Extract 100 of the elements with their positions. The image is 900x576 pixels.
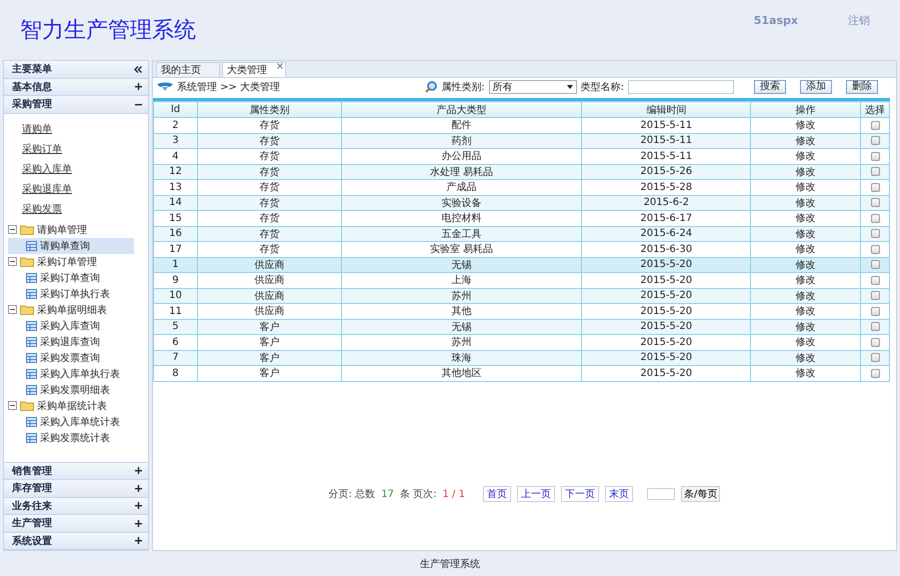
category-select[interactable]: 所有 [488, 80, 577, 94]
table-row[interactable]: 6 客户 苏州 2015-5-20 修改 [154, 334, 890, 350]
table-row[interactable]: 16 存货 五金工具 2015-6-24 修改 [154, 226, 890, 242]
table-row[interactable]: 4 存货 办公用品 2015-5-11 修改 [154, 148, 890, 164]
tree-item[interactable]: 采购订单执行表 [8, 286, 134, 302]
menu-link[interactable]: 采购入库单 [22, 162, 72, 174]
total-count: 17 [381, 488, 394, 500]
close-icon[interactable] [277, 63, 283, 69]
row-checkbox[interactable] [870, 198, 880, 208]
row-checkbox[interactable] [870, 136, 880, 146]
tree-folder-label[interactable]: 采购单据统计表 [37, 398, 107, 412]
column-header: 编辑时间 [582, 102, 751, 118]
row-checkbox[interactable] [870, 368, 880, 378]
edit-link[interactable]: 修改 [750, 366, 860, 381]
plus-icon[interactable] [135, 520, 142, 527]
table-row[interactable]: 5 客户 无锡 2015-5-20 修改 [154, 319, 890, 334]
menu-section[interactable]: 基本信息 [4, 78, 148, 96]
menu-section[interactable]: 销售管理 [4, 462, 148, 480]
toolbar-button[interactable]: 添加 [800, 80, 832, 94]
row-checkbox[interactable] [870, 291, 880, 300]
table-row[interactable]: 11 供应商 其他 2015-5-20 修改 [154, 304, 890, 319]
table-row[interactable]: 1 供应商 无锡 2015-5-20 修改 [154, 257, 890, 272]
row-checkbox[interactable] [870, 260, 880, 270]
tree-item[interactable]: 采购入库单执行表 [8, 366, 134, 382]
edit-link[interactable]: 修改 [750, 210, 860, 226]
table-cell: 电控材料 [341, 210, 582, 226]
table-row[interactable]: 13 存货 产成品 2015-5-28 修改 [154, 180, 890, 195]
row-checkbox[interactable] [870, 322, 880, 332]
plus-icon[interactable] [135, 484, 142, 492]
menu-link[interactable]: 采购发票 [22, 202, 62, 214]
row-checkbox[interactable] [870, 338, 880, 347]
pager-link[interactable]: 上一页 [516, 486, 555, 502]
tree-item[interactable]: 采购订单查询 [8, 270, 134, 286]
page-size-input[interactable] [646, 488, 675, 500]
tab[interactable]: 大类管理 [222, 62, 286, 77]
row-checkbox[interactable] [870, 167, 880, 176]
table-row[interactable]: 17 存货 实验室 易耗品 2015-6-30 修改 [154, 242, 890, 257]
tree-item[interactable]: 采购发票明细表 [8, 382, 134, 398]
table-row[interactable]: 9 供应商 上海 2015-5-20 修改 [154, 272, 890, 288]
collapse-icon[interactable] [8, 401, 17, 410]
edit-link[interactable]: 修改 [750, 118, 860, 133]
tree-item[interactable]: 请购单查询 [8, 238, 134, 254]
row-checkbox[interactable] [870, 182, 880, 192]
tab[interactable]: 我的主页 [156, 62, 220, 77]
collapse-icon[interactable] [8, 257, 17, 266]
name-input[interactable] [628, 80, 734, 94]
tree-item[interactable]: 采购发票统计表 [8, 430, 134, 446]
table-row[interactable]: 10 供应商 苏州 2015-5-20 修改 [154, 288, 890, 304]
table-cell: 15 [154, 210, 198, 226]
menu-section[interactable]: 业务往来 [4, 498, 148, 515]
row-checkbox[interactable] [870, 152, 880, 161]
edit-link[interactable]: 修改 [750, 304, 860, 319]
pager-link[interactable]: 下一页 [560, 486, 599, 502]
menu-section[interactable]: 采购管理 [4, 96, 148, 114]
edit-link[interactable]: 修改 [750, 334, 860, 350]
plus-icon[interactable] [135, 467, 142, 474]
row-checkbox[interactable] [870, 244, 880, 254]
tree-item[interactable]: 采购入库单统计表 [8, 414, 134, 430]
tree-item[interactable]: 采购退库查询 [8, 334, 134, 350]
menu-link[interactable]: 请购单 [22, 122, 52, 134]
table-row[interactable]: 7 客户 珠海 2015-5-20 修改 [154, 350, 890, 366]
plus-icon[interactable] [135, 502, 142, 510]
tree-folder-label[interactable]: 采购单据明细表 [37, 302, 107, 316]
row-checkbox[interactable] [870, 276, 880, 285]
edit-link[interactable]: 修改 [750, 272, 860, 288]
table-row[interactable]: 3 存货 药剂 2015-5-11 修改 [154, 133, 890, 148]
row-checkbox[interactable] [870, 214, 880, 223]
edit-link[interactable]: 修改 [750, 148, 860, 164]
toolbar-button[interactable]: 搜索 [754, 80, 786, 94]
menu-section[interactable]: 系统设置 [4, 532, 148, 550]
collapse-icon[interactable] [8, 225, 17, 234]
menu-section[interactable]: 库存管理 [4, 480, 148, 498]
tree-folder-label[interactable]: 采购订单管理 [37, 254, 97, 268]
menu-link[interactable]: 采购退库单 [22, 182, 72, 194]
toolbar-button[interactable]: 删除 [846, 80, 878, 94]
plus-icon[interactable] [135, 83, 142, 90]
pager-link[interactable]: 末页 [604, 486, 633, 502]
page-size-button[interactable]: 条/每页 [680, 486, 720, 502]
edit-link[interactable]: 修改 [750, 180, 860, 195]
pager-link[interactable]: 首页 [482, 486, 511, 502]
row-checkbox[interactable] [870, 353, 880, 362]
tree-folder-label[interactable]: 请购单管理 [37, 222, 87, 236]
table-row[interactable]: 14 存货 实验设备 2015-6-2 修改 [154, 195, 890, 210]
footer-text: 生产管理系统 [420, 558, 480, 570]
row-checkbox[interactable] [870, 120, 880, 130]
menu-section[interactable]: 生产管理 [4, 515, 148, 532]
table-row[interactable]: 2 存货 配件 2015-5-11 修改 [154, 118, 890, 133]
row-checkbox[interactable] [870, 306, 880, 316]
table-row[interactable]: 12 存货 水处理 易耗品 2015-5-26 修改 [154, 164, 890, 180]
row-checkbox[interactable] [870, 229, 880, 238]
menu-title: 主要菜单 [12, 62, 52, 76]
tree-item[interactable]: 采购发票查询 [8, 350, 134, 366]
edit-link[interactable]: 修改 [750, 242, 860, 257]
table-row[interactable]: 15 存货 电控材料 2015-6-17 修改 [154, 210, 890, 226]
menu-link[interactable]: 采购订单 [22, 142, 62, 154]
tree-item[interactable]: 采购入库查询 [8, 318, 134, 334]
table-row[interactable]: 8 客户 其他地区 2015-5-20 修改 [154, 366, 890, 381]
collapse-icon[interactable] [8, 305, 17, 314]
collapse-icon[interactable] [134, 66, 142, 73]
plus-icon[interactable] [135, 537, 142, 544]
